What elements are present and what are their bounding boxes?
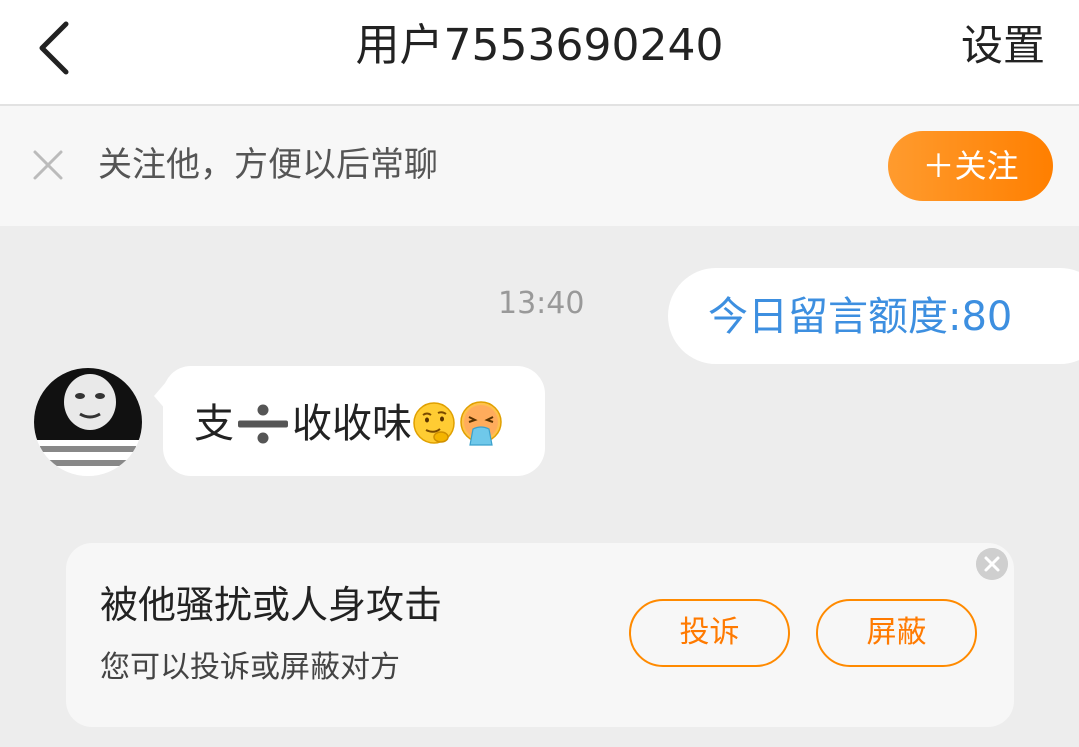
meme-avatar-image: [34, 368, 142, 476]
close-circle-icon[interactable]: [976, 548, 1008, 580]
card-title: 被他骚扰或人身攻击: [100, 583, 443, 627]
message-text-part: 收收味: [292, 401, 412, 447]
close-icon[interactable]: [32, 149, 64, 181]
page-title: 用户7553690240: [355, 20, 724, 71]
settings-button[interactable]: 设置: [961, 18, 1045, 74]
vomiting-face-icon: [460, 401, 502, 446]
follow-hint-text: 关注他，方便以后常聊: [98, 145, 438, 185]
incoming-message-content: 支 收收味: [194, 398, 504, 450]
outgoing-message-text: 今日留言额度:80: [708, 294, 1013, 340]
avatar[interactable]: [34, 368, 142, 476]
message-text-part: 支: [194, 401, 234, 447]
top-bar: 用户7553690240 设置: [0, 0, 1079, 106]
follow-button[interactable]: ＋关注: [888, 131, 1053, 201]
block-button[interactable]: 屏蔽: [816, 599, 977, 667]
thinking-face-icon: [413, 402, 455, 444]
divide-sign-icon: [238, 404, 288, 444]
card-subtitle: 您可以投诉或屏蔽对方: [100, 650, 400, 685]
message-timestamp: 13:40: [498, 286, 585, 321]
report-button[interactable]: 投诉: [629, 599, 790, 667]
